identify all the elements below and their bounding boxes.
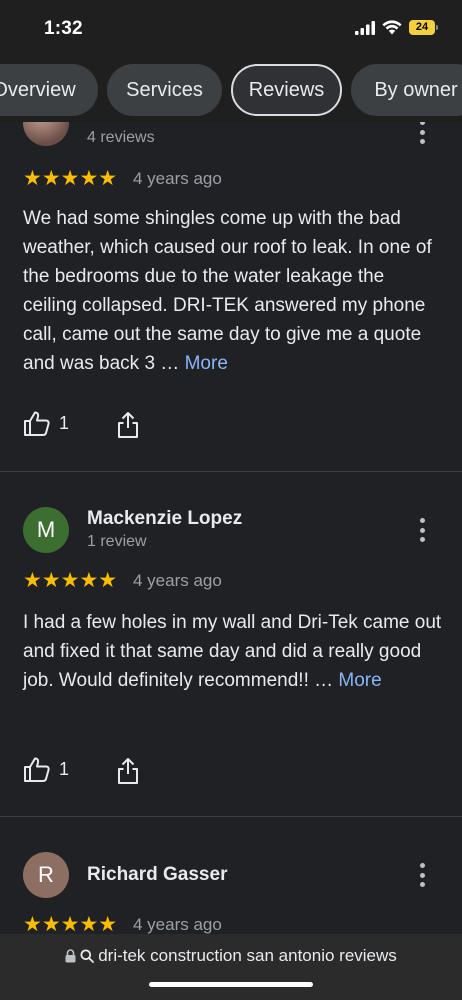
review-item: 4 reviews ★★★★★ 4 years ago We had some … — [0, 122, 462, 471]
thumbs-up-icon — [24, 411, 50, 436]
status-bar: 1:32 24 — [0, 0, 462, 56]
review-item: M Mackenzie Lopez 1 review ★★★★★ 4 years… — [0, 472, 462, 817]
review-body: We had some shingles come up with the ba… — [23, 208, 432, 374]
reviewer-name[interactable]: Richard Gasser — [87, 864, 227, 886]
review-date: 4 years ago — [133, 571, 222, 590]
avatar-letter: M — [36, 517, 56, 542]
star-rating: ★★★★★ — [23, 913, 118, 934]
review-text: We had some shingles come up with the ba… — [23, 204, 443, 378]
address-row[interactable]: dri-tek construction san antonio reviews — [0, 946, 462, 966]
cellular-signal-icon — [355, 20, 375, 35]
reviews-list: 4 reviews ★★★★★ 4 years ago We had some … — [0, 122, 462, 934]
more-options-icon[interactable] — [412, 122, 432, 146]
like-count: 1 — [59, 413, 70, 433]
status-time: 1:32 — [44, 18, 83, 39]
lock-icon — [65, 949, 76, 963]
like-count: 1 — [59, 759, 70, 779]
more-link[interactable]: More — [338, 670, 381, 691]
tab-services[interactable]: Services — [107, 64, 222, 116]
share-icon — [118, 758, 138, 784]
more-link[interactable]: More — [185, 353, 228, 374]
reviewer-review-count: 4 reviews — [87, 129, 155, 146]
status-icons: 24 — [355, 20, 438, 35]
reviewer-name[interactable]: Mackenzie Lopez — [87, 508, 242, 530]
avatar[interactable]: R — [23, 852, 69, 898]
url-text[interactable]: dri-tek construction san antonio reviews — [98, 946, 397, 966]
review-text: I had a few holes in my wall and Dri-Tek… — [23, 608, 443, 695]
avatar[interactable]: M — [23, 507, 69, 553]
browser-address-bar[interactable]: dri-tek construction san antonio reviews — [0, 934, 462, 1000]
more-options-icon[interactable] — [412, 861, 432, 889]
wifi-icon — [382, 20, 402, 35]
more-options-icon[interactable] — [412, 516, 432, 544]
avatar-letter: R — [38, 862, 54, 887]
avatar[interactable] — [23, 122, 69, 146]
tab-by-owner[interactable]: By owner — [351, 64, 462, 116]
share-button[interactable] — [117, 411, 139, 444]
review-date: 4 years ago — [133, 169, 222, 188]
share-icon — [118, 412, 138, 438]
tab-overview[interactable]: Overview — [0, 64, 98, 116]
like-button[interactable]: 1 — [23, 756, 69, 783]
review-item: R Richard Gasser ★★★★★ 4 years ago — [0, 817, 462, 934]
tab-reviews[interactable]: Reviews — [231, 64, 342, 116]
battery-level: 24 — [409, 20, 435, 35]
tab-bar: Overview Services Reviews By owner — [0, 56, 462, 122]
battery-icon: 24 — [409, 20, 438, 35]
share-button[interactable] — [117, 757, 139, 790]
review-date: 4 years ago — [133, 915, 222, 934]
reviewer-review-count: 1 review — [87, 533, 147, 550]
thumbs-up-icon — [24, 757, 50, 782]
star-rating: ★★★★★ — [23, 569, 118, 592]
home-indicator[interactable] — [149, 982, 313, 987]
star-rating: ★★★★★ — [23, 167, 118, 190]
search-icon — [80, 949, 95, 963]
like-button[interactable]: 1 — [23, 410, 69, 437]
